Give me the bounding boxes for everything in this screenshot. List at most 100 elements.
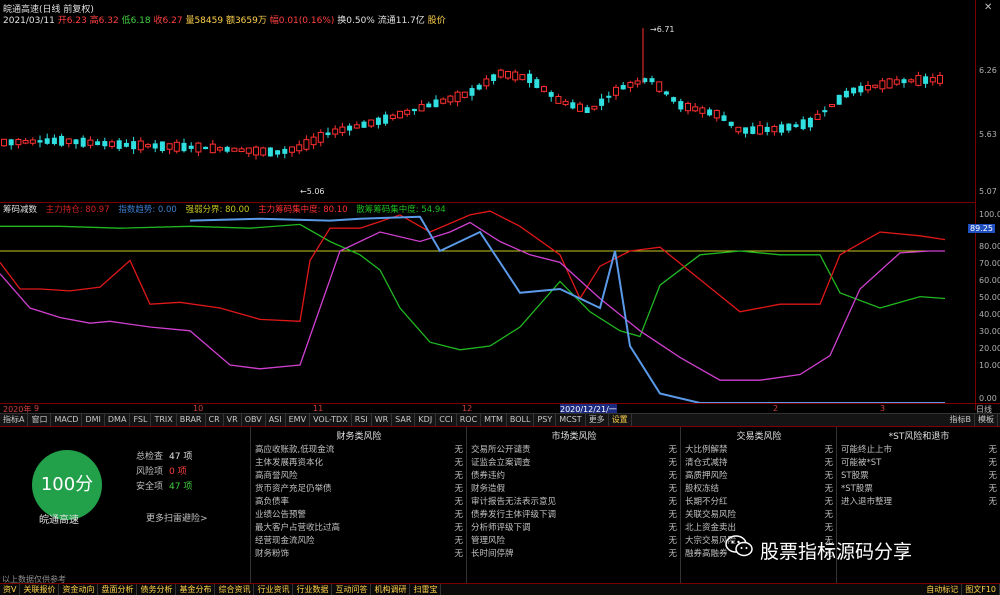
risk-item[interactable]: 融券高融券 (685, 547, 728, 559)
tab-15[interactable]: WR (372, 414, 393, 426)
candle-body (627, 81, 634, 88)
tab-8[interactable]: CR (206, 414, 224, 426)
tab-right-0[interactable]: 指标B (947, 414, 975, 426)
bottom-tab-4[interactable]: 债务分析 (137, 584, 177, 595)
bottom-tab-12[interactable]: 图文F10 (962, 584, 1000, 595)
risk-item[interactable]: 财务粉饰 (255, 547, 289, 559)
tab-0[interactable]: 指标A (0, 414, 29, 426)
tab-21[interactable]: BOLL (507, 414, 535, 426)
risk-item[interactable]: 可能终止上市 (841, 443, 892, 455)
bottom-tab-8[interactable]: 行业数据 (293, 584, 333, 595)
bottom-tab-13[interactable]: 自动标记 (923, 584, 963, 595)
bottom-tab-7[interactable]: 行业资讯 (254, 584, 294, 595)
risk-item[interactable]: 可能被*ST (841, 456, 881, 468)
risk-item[interactable]: 最大客户占营收比过高 (255, 521, 340, 533)
bottom-tab-11[interactable]: 扫雷宝 (410, 584, 442, 595)
tab-9[interactable]: VR (224, 414, 242, 426)
tab-16[interactable]: SAR (392, 414, 416, 426)
risk-item[interactable]: 大比例解禁 (685, 443, 728, 455)
candle-body (476, 84, 482, 90)
ind-axis-label: 30.00 (979, 327, 1000, 336)
tab-12[interactable]: EMV (286, 414, 311, 426)
bottom-tab-0[interactable]: 资V (0, 584, 21, 595)
candle-body (426, 103, 432, 108)
candle-body (361, 121, 367, 128)
risk-item[interactable]: 审计报告无法表示意见 (471, 495, 556, 507)
tab-14[interactable]: RSI (352, 414, 372, 426)
risk-item[interactable]: 交易所公开谴责 (471, 443, 531, 455)
tab-11[interactable]: ASI (266, 414, 286, 426)
tab-24[interactable]: 更多 (586, 414, 609, 426)
risk-item[interactable]: 分析师评级下调 (471, 521, 531, 533)
risk-column-header: 市场类风险 (551, 432, 597, 442)
tab-23[interactable]: MCST (556, 414, 586, 426)
risk-item[interactable]: 股权冻结 (685, 482, 719, 494)
candle-body (872, 84, 879, 88)
risk-item[interactable]: 证监会立案调查 (471, 456, 531, 468)
tab-13[interactable]: VOL-TDX (310, 414, 352, 426)
risk-item[interactable]: *ST股票 (841, 482, 873, 494)
tab-right-1[interactable]: 模板 (975, 414, 998, 426)
risk-item[interactable]: 北上资金卖出 (685, 521, 736, 533)
risk-item[interactable]: 业绩公告预警 (255, 508, 306, 520)
risk-status: 无 (988, 445, 997, 455)
candle-body (663, 91, 669, 95)
candle-body (440, 98, 447, 104)
indicator-chart[interactable] (0, 203, 975, 403)
bottom-tab-2[interactable]: 资金动向 (59, 584, 99, 595)
risk-status: 无 (668, 497, 677, 507)
risk-status: 无 (824, 484, 833, 494)
risk-item[interactable]: 主体发展再资本化 (255, 456, 323, 468)
candle-body (59, 135, 65, 146)
risk-item[interactable]: 经营现金流风险 (255, 534, 315, 546)
risk-item[interactable]: 长期不分红 (685, 495, 728, 507)
risk-item[interactable]: 高质押风险 (685, 469, 728, 481)
risk-item[interactable]: 财务造假 (471, 482, 505, 494)
tab-18[interactable]: CCI (436, 414, 457, 426)
tab-17[interactable]: KDJ (415, 414, 437, 426)
bottom-tab-9[interactable]: 互动问答 (332, 584, 372, 595)
tab-19[interactable]: ROC (457, 414, 482, 426)
risk-item[interactable]: 高应收账款,低现金流 (255, 443, 334, 455)
risk-item[interactable]: 债券发行主体评级下调 (471, 508, 556, 520)
risk-item[interactable]: 债券违约 (471, 469, 505, 481)
risk-item[interactable]: 关联交易风险 (685, 508, 736, 520)
tab-5[interactable]: FSL (130, 414, 152, 426)
risk-status: 无 (668, 458, 677, 468)
risk-status: 无 (824, 510, 833, 520)
risk-status: 无 (988, 484, 997, 494)
bottom-tab-1[interactable]: 关联报价 (20, 584, 60, 595)
candlestick-chart[interactable]: →6.71 ←5.06 (0, 24, 975, 202)
candle-body (282, 148, 288, 154)
bottom-tab-3[interactable]: 盘面分析 (98, 584, 138, 595)
risk-item[interactable]: 管理风险 (471, 534, 505, 546)
risk-item[interactable]: ST股票 (841, 469, 869, 481)
risk-item[interactable]: 清仓式减持 (685, 456, 728, 468)
more-risk-link[interactable]: 更多扫雷避险> (146, 511, 208, 524)
risk-item[interactable]: 高商誉风险 (255, 469, 298, 481)
bottom-tab-10[interactable]: 机构调研 (371, 584, 411, 595)
bottom-tab-6[interactable]: 综合资讯 (215, 584, 255, 595)
risk-item[interactable]: 进入退市整理 (841, 495, 892, 507)
tab-1[interactable]: 窗口 (28, 414, 52, 426)
tab-20[interactable]: MTM (481, 414, 507, 426)
tab-25[interactable]: 设置 (609, 414, 632, 426)
tab-22[interactable]: PSY (534, 414, 557, 426)
risk-item[interactable]: 长时间停牌 (471, 547, 514, 559)
tab-10[interactable]: OBV (242, 414, 266, 426)
price-axis-label: 5.07 (979, 187, 997, 196)
risk-item[interactable]: 货币资产充足仍举债 (255, 482, 332, 494)
risk-item[interactable]: 高负债率 (255, 495, 289, 507)
indicator-name[interactable]: 筹码减数 (3, 205, 37, 215)
tab-6[interactable]: TRIX (151, 414, 177, 426)
tab-2[interactable]: MACD (51, 414, 83, 426)
bottom-tab-5[interactable]: 基金分布 (176, 584, 216, 595)
candle-body (397, 110, 403, 119)
tab-7[interactable]: BRAR (177, 414, 206, 426)
candle-body (779, 124, 785, 133)
legend-main-position: 主力持仓: 80.97 (45, 205, 110, 215)
tab-4[interactable]: DMA (105, 414, 131, 426)
tab-3[interactable]: DMI (82, 414, 105, 426)
candle-body (8, 139, 14, 146)
candle-body (562, 100, 569, 106)
